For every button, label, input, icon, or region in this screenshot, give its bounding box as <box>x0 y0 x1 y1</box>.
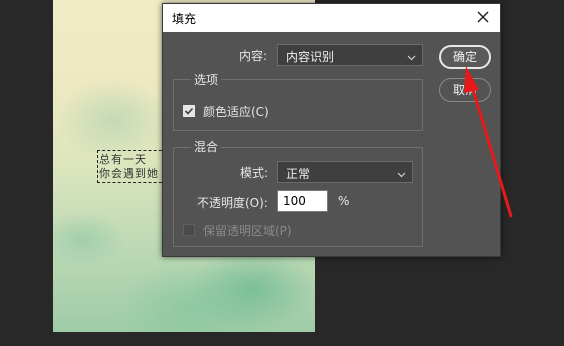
mode-label: 模式: <box>240 166 269 180</box>
preserve-transparency-label: 保留透明区域(P) <box>203 224 292 238</box>
chevron-down-icon <box>397 168 406 182</box>
content-label: 内容: <box>239 49 268 63</box>
mode-select[interactable]: 正常 <box>277 161 413 183</box>
dialog-titlebar: 填充 <box>163 4 500 32</box>
preserve-transparency-checkbox[interactable] <box>183 224 195 236</box>
ok-button[interactable]: 确定 <box>439 45 491 69</box>
fill-dialog: 填充 内容: 内容识别 选项 颜色适应(C) 混合 模式: 正常 不透明度(O)… <box>162 3 501 257</box>
opacity-label: 不透明度(O): <box>197 196 268 210</box>
opacity-input[interactable]: 100 <box>277 190 328 212</box>
cancel-button[interactable]: 取消 <box>439 78 491 102</box>
close-icon[interactable] <box>474 8 492 26</box>
dialog-title: 填充 <box>172 12 197 26</box>
content-select[interactable]: 内容识别 <box>277 44 423 66</box>
chevron-down-icon <box>407 51 416 65</box>
options-group-title: 选项 <box>191 71 222 88</box>
opacity-unit: % <box>338 194 350 208</box>
mode-select-value: 正常 <box>286 167 311 181</box>
color-adapt-label: 颜色适应(C) <box>203 105 269 119</box>
content-select-value: 内容识别 <box>286 50 335 64</box>
blend-group-title: 混合 <box>191 138 222 155</box>
color-adapt-checkbox[interactable] <box>183 105 195 117</box>
canvas-text-line-2: 你会遇到她 <box>99 167 159 180</box>
opacity-input-value: 100 <box>283 194 306 208</box>
